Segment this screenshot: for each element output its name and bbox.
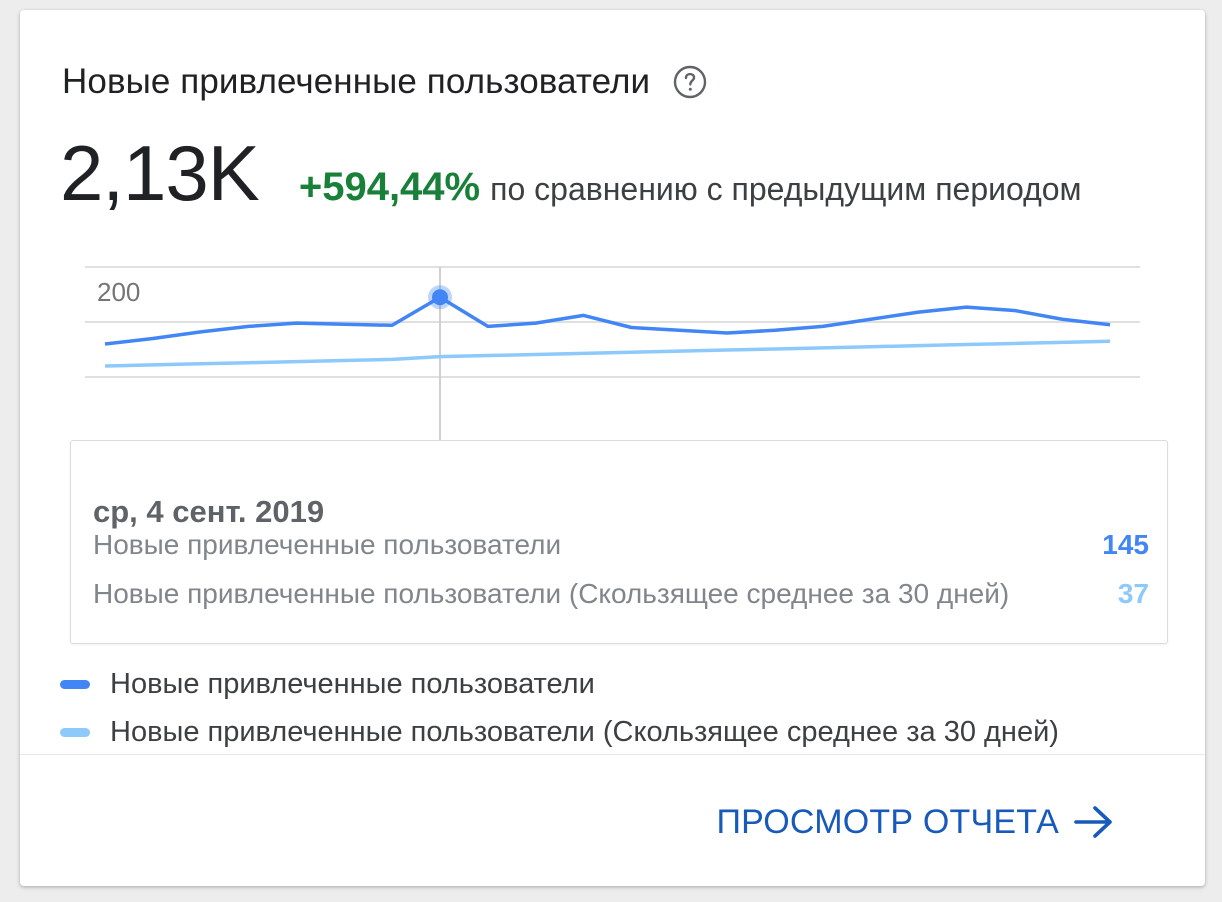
highlight-point [432,289,448,306]
footer-divider [20,754,1205,755]
arrow-right-icon [1074,806,1112,838]
legend-label: Новые привлеченные пользователи (Скользя… [110,715,1059,748]
legend-item-primary[interactable]: Новые привлеченные пользователи [60,660,1059,708]
view-report-label: ПРОСМОТР ОТЧЕТА [716,802,1059,841]
tooltip-row-value: 145 [1102,529,1149,560]
new-users-card: Новые привлеченные пользователи 2,13K +5… [20,10,1205,886]
chart-legend: Новые привлеченные пользователи Новые пр… [60,660,1059,756]
tooltip-row-moving-average: Новые привлеченные пользователи (Скользя… [93,578,1149,610]
y-tick-label: 200 [97,277,140,307]
tooltip-row-value: 37 [1117,578,1149,609]
legend-item-moving-average[interactable]: Новые привлеченные пользователи (Скользя… [60,708,1059,756]
view-report-link[interactable]: ПРОСМОТР ОТЧЕТА [716,802,1115,842]
tooltip-row-label: Новые привлеченные пользователи [93,529,562,560]
legend-label: Новые привлеченные пользователи [110,667,595,700]
chart-tooltip: ср, 4 сент. 2019 Новые привлеченные поль… [70,440,1168,644]
series-line-primary [104,295,1111,346]
tooltip-row-label: Новые привлеченные пользователи (Скользя… [93,578,1010,609]
legend-swatch [60,727,90,737]
legend-swatch [60,679,90,689]
series-line-moving-average [104,339,1111,368]
tooltip-row-primary: Новые привлеченные пользователи 145 [93,529,1149,561]
tooltip-date: ср, 4 сент. 2019 [93,494,325,529]
